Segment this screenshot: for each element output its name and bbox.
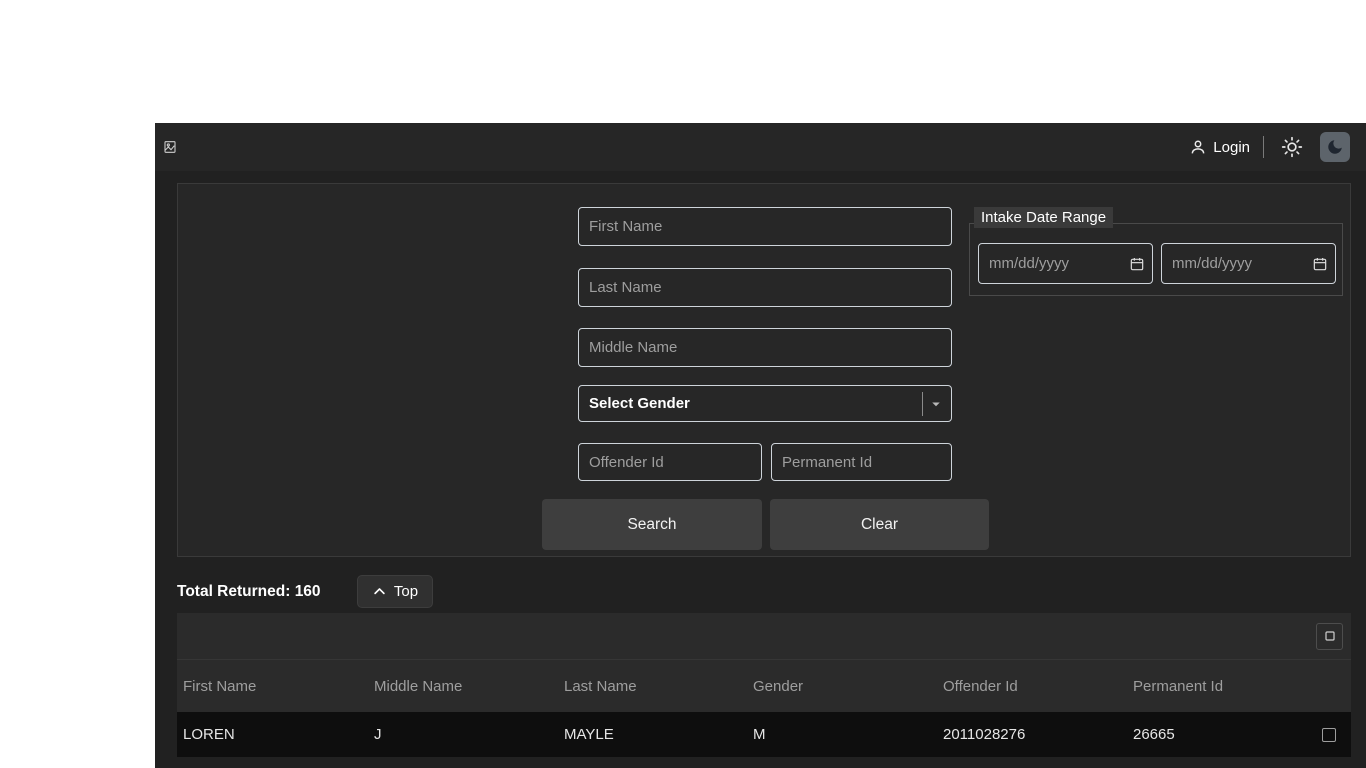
app-window: Login — [155, 123, 1366, 768]
table-header-row: First Name Middle Name Last Name Gender … — [177, 660, 1351, 712]
table-row[interactable]: LOREN J MAYLE M 2011028276 26665 — [177, 712, 1351, 757]
scroll-to-top-button[interactable]: Top — [357, 575, 433, 608]
login-label: Login — [1213, 139, 1250, 156]
cell-last-name: MAYLE — [558, 726, 747, 743]
permanent-id-input[interactable] — [771, 443, 952, 481]
login-button[interactable]: Login — [1189, 138, 1250, 156]
gender-select[interactable]: Select Gender — [578, 385, 952, 422]
column-header-offender-id[interactable]: Offender Id — [937, 678, 1127, 695]
top-button-label: Top — [394, 583, 418, 600]
intake-date-from-wrap — [978, 243, 1153, 284]
intake-date-to-wrap — [1161, 243, 1336, 284]
calendar-icon[interactable] — [1312, 256, 1328, 272]
dark-theme-button[interactable] — [1320, 132, 1350, 162]
calendar-icon[interactable] — [1129, 256, 1145, 272]
chevron-up-icon — [372, 584, 387, 599]
top-navbar: Login — [155, 123, 1366, 171]
select-divider — [922, 392, 923, 416]
results-table: First Name Middle Name Last Name Gender … — [177, 613, 1351, 757]
column-header-last-name[interactable]: Last Name — [558, 678, 747, 695]
total-returned-label: Total Returned: — [177, 583, 290, 600]
intake-date-range-fieldset: Intake Date Range — [969, 223, 1343, 296]
intake-date-range-label: Intake Date Range — [974, 207, 1113, 228]
moon-icon — [1326, 138, 1344, 156]
intake-date-from-input[interactable] — [978, 243, 1153, 284]
user-icon — [1189, 138, 1207, 156]
total-returned-value: 160 — [295, 583, 321, 600]
total-returned: Total Returned: 160 — [177, 583, 321, 601]
cell-gender: M — [747, 726, 937, 743]
column-header-first-name[interactable]: First Name — [177, 678, 368, 695]
search-button[interactable]: Search — [542, 499, 762, 550]
row-checkbox[interactable] — [1322, 728, 1336, 742]
cell-permanent-id: 26665 — [1127, 726, 1307, 743]
first-name-input[interactable] — [578, 207, 952, 246]
intake-date-to-input[interactable] — [1161, 243, 1336, 284]
table-options-button[interactable] — [1316, 623, 1343, 650]
clear-button[interactable]: Clear — [770, 499, 989, 550]
table-toolbar — [177, 613, 1351, 660]
gender-select-value: Select Gender — [589, 395, 690, 412]
chevron-down-icon — [927, 395, 945, 413]
column-header-gender[interactable]: Gender — [747, 678, 937, 695]
column-header-permanent-id[interactable]: Permanent Id — [1127, 678, 1307, 695]
column-header-middle-name[interactable]: Middle Name — [368, 678, 558, 695]
topbar-actions: Login — [1189, 132, 1350, 162]
logo-broken-image-icon[interactable] — [163, 139, 179, 155]
offender-id-input[interactable] — [578, 443, 762, 481]
light-theme-button[interactable] — [1277, 132, 1307, 162]
last-name-input[interactable] — [578, 268, 952, 307]
search-panel: Select Gender Search Clear Intake Date R… — [177, 183, 1351, 557]
cell-middle-name: J — [368, 726, 558, 743]
sun-icon — [1281, 136, 1303, 158]
cell-offender-id: 2011028276 — [937, 726, 1127, 743]
middle-name-input[interactable] — [578, 328, 952, 367]
square-icon — [1324, 630, 1336, 642]
topbar-divider — [1263, 136, 1264, 158]
cell-first-name: LOREN — [177, 726, 368, 743]
